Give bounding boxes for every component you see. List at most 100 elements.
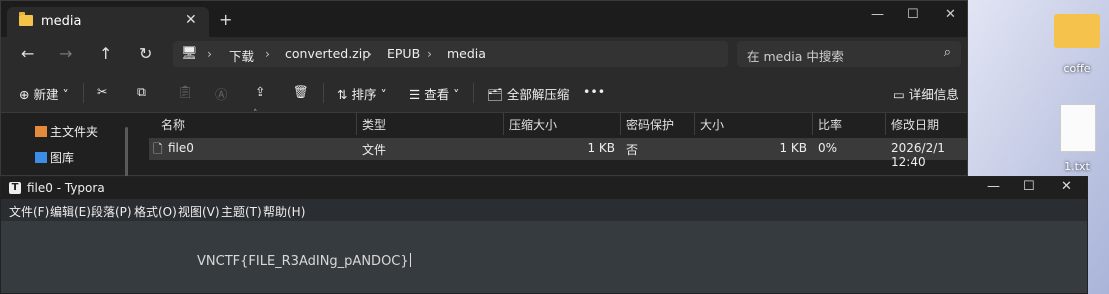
document-text: VNCTF{FILE_R3AdINg_pANDOC} bbox=[197, 254, 409, 269]
text-caret bbox=[409, 253, 411, 267]
address-bar[interactable]: 🖥 › 下载 › converted.zip › EPUB › media bbox=[173, 41, 728, 67]
editor-content[interactable]: VNCTF{FILE_R3AdINg_pANDOC} bbox=[197, 253, 411, 269]
minimize-button[interactable]: — bbox=[871, 7, 884, 22]
typora-window: T file0 - Typora — ☐ ✕ 文件(F) 编辑(E) 段落(P)… bbox=[0, 176, 1088, 294]
cell-modified: 2026/2/1 12:40 bbox=[891, 141, 945, 169]
menu-file[interactable]: 文件(F) bbox=[9, 203, 49, 220]
menu-format[interactable]: 格式(O) bbox=[134, 203, 177, 220]
details-pane-button[interactable]: ▭ 详细信息 bbox=[893, 84, 959, 103]
chevron-right-icon: › bbox=[265, 46, 270, 61]
navigation-pane: 主文件夹 图库 bbox=[1, 113, 131, 177]
maximize-button[interactable]: ☐ bbox=[1023, 179, 1035, 194]
view-button[interactable]: ☰ 查看 ˅ bbox=[409, 84, 459, 103]
breadcrumb-epub[interactable]: EPUB bbox=[387, 46, 420, 61]
close-button[interactable]: ✕ bbox=[1061, 179, 1072, 194]
extract-icon: 🗂︎ bbox=[487, 87, 507, 102]
share-icon[interactable]: ⇪ bbox=[255, 84, 265, 99]
copy-icon[interactable]: ⧉ bbox=[137, 84, 146, 100]
details-label: 详细信息 bbox=[908, 87, 959, 102]
search-icon: ⌕ bbox=[943, 45, 951, 60]
rename-icon[interactable]: Ⓐ bbox=[215, 84, 228, 103]
up-button[interactable]: ↑ bbox=[99, 44, 112, 63]
column-divider[interactable] bbox=[694, 113, 695, 135]
sort-button[interactable]: ⇅ 排序 ˅ bbox=[337, 84, 387, 103]
column-divider[interactable] bbox=[356, 113, 357, 135]
divider bbox=[473, 83, 474, 103]
menu-bar: 文件(F) 编辑(E) 段落(P) 格式(O) 视图(V) 主题(T) 帮助(H… bbox=[1, 199, 1087, 221]
breadcrumb-downloads[interactable]: 下载 bbox=[229, 46, 254, 65]
extract-all-label: 全部解压缩 bbox=[506, 87, 570, 102]
cell-ratio: 0% bbox=[818, 141, 838, 155]
maximize-button[interactable]: ☐ bbox=[907, 7, 919, 22]
cell-password: 否 bbox=[626, 143, 639, 157]
column-header-password[interactable]: 密码保护 bbox=[626, 116, 674, 133]
column-header-ratio[interactable]: 比率 bbox=[818, 116, 842, 133]
chevron-right-icon: › bbox=[367, 46, 372, 61]
computer-icon: 🖥 bbox=[181, 46, 198, 61]
paste-icon[interactable]: 📋︎ bbox=[177, 84, 193, 100]
breadcrumb-zip[interactable]: converted.zip bbox=[285, 46, 370, 61]
search-box[interactable]: 在 media 中搜索 ⌕ bbox=[737, 41, 961, 67]
sidebar-item-gallery[interactable]: 图库 bbox=[35, 149, 74, 166]
refresh-button[interactable]: ↻ bbox=[139, 44, 152, 63]
new-button[interactable]: ⊕ 新建 ˅ bbox=[19, 84, 69, 103]
column-header-modified[interactable]: 修改日期 bbox=[891, 116, 939, 133]
desktop-folder-icon[interactable] bbox=[1054, 14, 1100, 48]
breadcrumb-media[interactable]: media bbox=[447, 46, 486, 61]
window-title: file0 - Typora bbox=[27, 181, 105, 195]
menu-theme[interactable]: 主题(T) bbox=[221, 203, 262, 220]
file-list: 名称 ˄ 类型 压缩大小 密码保护 大小 比率 修改日期 🗋 file0 文件 … bbox=[149, 109, 967, 175]
sidebar-item-label: 图库 bbox=[50, 151, 75, 165]
tab-bar: media ✕ + — ☐ ✕ bbox=[1, 1, 967, 37]
chevron-right-icon: › bbox=[207, 46, 212, 61]
menu-edit[interactable]: 编辑(E) bbox=[50, 203, 91, 220]
table-row[interactable]: 🗋 file0 文件 1 KB 否 1 KB 0% 2026/2/1 12:40 bbox=[149, 138, 967, 169]
search-input[interactable]: 在 media 中搜索 bbox=[747, 46, 844, 65]
sidebar-scrollbar[interactable] bbox=[125, 127, 128, 177]
menu-help[interactable]: 帮助(H) bbox=[263, 203, 305, 220]
desktop-text-file-icon[interactable] bbox=[1060, 104, 1096, 152]
more-options-button[interactable]: ••• bbox=[583, 84, 605, 99]
chevron-right-icon: › bbox=[427, 46, 432, 61]
plus-circle-icon: ⊕ bbox=[19, 87, 34, 102]
navigation-bar: ← → ↑ ↻ 🖥 › 下载 › converted.zip › EPUB › … bbox=[1, 37, 967, 73]
column-divider[interactable] bbox=[812, 113, 813, 135]
back-button[interactable]: ← bbox=[21, 44, 34, 63]
menu-view[interactable]: 视图(V) bbox=[178, 203, 220, 220]
menu-paragraph[interactable]: 段落(P) bbox=[91, 203, 132, 220]
title-bar: T file0 - Typora — ☐ ✕ bbox=[1, 177, 1087, 199]
sidebar-item-home[interactable]: 主文件夹 bbox=[35, 123, 98, 140]
cell-size: 1 KB bbox=[779, 141, 807, 155]
cut-icon[interactable]: ✂ bbox=[97, 84, 107, 99]
divider bbox=[83, 83, 84, 103]
desktop-folder-label: coffe bbox=[1063, 62, 1091, 75]
forward-button[interactable]: → bbox=[59, 44, 72, 63]
column-header-name[interactable]: 名称 bbox=[161, 116, 185, 133]
column-header-size[interactable]: 大小 bbox=[700, 116, 724, 133]
command-bar: ⊕ 新建 ˅ ✂ ⧉ 📋︎ Ⓐ ⇪ 🗑︎ ⇅ 排序 ˅ ☰ 查看 ˅ 🗂︎ 全部… bbox=[1, 73, 967, 113]
gallery-icon bbox=[35, 152, 47, 163]
file-explorer-window: media ✕ + — ☐ ✕ ← → ↑ ↻ 🖥 › 下载 › convert… bbox=[0, 0, 968, 177]
column-header-type[interactable]: 类型 bbox=[362, 116, 386, 133]
divider bbox=[323, 83, 324, 103]
tab-close-icon[interactable]: ✕ bbox=[185, 12, 197, 28]
column-divider[interactable] bbox=[620, 113, 621, 135]
home-icon bbox=[35, 126, 47, 137]
new-label: 新建 bbox=[33, 87, 59, 102]
column-divider[interactable] bbox=[885, 113, 886, 135]
desktop-file-label: 1.txt bbox=[1064, 160, 1090, 173]
folder-icon bbox=[19, 12, 33, 26]
column-header-compressed[interactable]: 压缩大小 bbox=[509, 116, 557, 133]
close-button[interactable]: ✕ bbox=[945, 7, 956, 22]
tab-media[interactable]: media ✕ bbox=[7, 7, 209, 37]
sort-label: 排序 bbox=[351, 87, 377, 102]
cell-compressed-size: 1 KB bbox=[587, 141, 615, 155]
minimize-button[interactable]: — bbox=[987, 179, 1000, 194]
extract-all-button[interactable]: 🗂︎ 全部解压缩 bbox=[487, 84, 569, 103]
delete-icon[interactable]: 🗑︎ bbox=[293, 84, 309, 100]
view-icon: ☰ bbox=[409, 87, 425, 102]
column-divider[interactable] bbox=[503, 113, 504, 135]
typora-logo-icon: T bbox=[9, 182, 21, 194]
tab-title: media bbox=[41, 14, 82, 29]
new-tab-button[interactable]: + bbox=[219, 10, 232, 29]
